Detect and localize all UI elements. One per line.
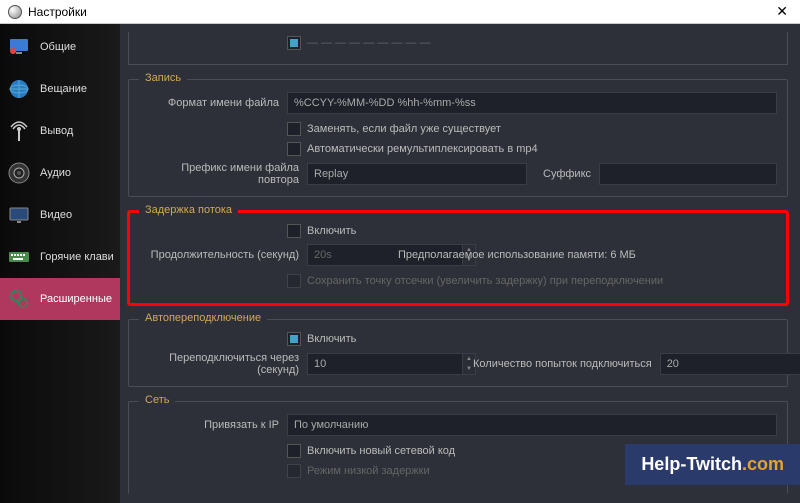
- speaker-icon: [6, 160, 32, 186]
- sidebar-label: Вещание: [40, 83, 87, 95]
- reconnect-enable-checkbox[interactable]: [287, 332, 301, 346]
- gears-icon: [6, 286, 32, 312]
- bind-ip-label: Привязать к IP: [139, 419, 279, 431]
- sidebar-item-video[interactable]: Видео: [0, 194, 120, 236]
- sidebar-label: Аудио: [40, 167, 71, 179]
- content-area: — — — — — — — — — Запись Формат имени фа…: [120, 24, 800, 503]
- globe-icon: [6, 76, 32, 102]
- display-icon: [6, 202, 32, 228]
- monitor-icon: [6, 34, 32, 60]
- filename-format-label: Формат имени файла: [139, 97, 279, 109]
- delay-enable-label: Включить: [307, 225, 356, 237]
- suffix-label: Суффикс: [543, 168, 591, 180]
- reconnect-enable-label: Включить: [307, 333, 356, 345]
- sidebar-item-hotkeys[interactable]: Горячие клави: [0, 236, 120, 278]
- reconnect-section: Автопереподключение Включить Переподключ…: [128, 319, 788, 387]
- sidebar-label: Общие: [40, 41, 76, 53]
- recording-section: Запись Формат имени файла Заменять, если…: [128, 79, 788, 197]
- sidebar-label: Расширенные: [40, 293, 112, 305]
- max-retries-label: Количество попыток подключиться: [473, 358, 652, 370]
- close-icon[interactable]: ✕: [772, 3, 792, 20]
- sidebar-item-stream[interactable]: Вещание: [0, 68, 120, 110]
- keyboard-icon: [6, 244, 32, 270]
- max-retries-input[interactable]: [660, 353, 800, 375]
- retry-delay-label: Переподключиться через (секунд): [139, 352, 299, 376]
- sidebar: Общие Вещание Вывод Аудио Видео Горячие …: [0, 24, 120, 503]
- window-title: Настройки: [28, 5, 87, 19]
- bind-ip-select[interactable]: [287, 414, 777, 436]
- preserve-label: Сохранить точку отсечки (увеличить задер…: [307, 275, 663, 287]
- section-title: Сеть: [139, 394, 175, 406]
- preserve-checkbox[interactable]: [287, 274, 301, 288]
- app-icon: [8, 5, 22, 19]
- retry-delay-spinner[interactable]: ▲ ▼: [307, 353, 457, 375]
- delay-enable-checkbox[interactable]: [287, 224, 301, 238]
- max-retries-spinner[interactable]: ▲ ▼: [660, 353, 770, 375]
- section-title: Запись: [139, 72, 187, 84]
- partial-section: — — — — — — — — —: [128, 32, 788, 65]
- checkbox-unknown-top[interactable]: [287, 36, 301, 50]
- antenna-icon: [6, 118, 32, 144]
- sidebar-item-advanced[interactable]: Расширенные: [0, 278, 120, 320]
- sidebar-item-general[interactable]: Общие: [0, 26, 120, 68]
- memory-info: Предполагаемое использование памяти: 6 М…: [398, 249, 636, 261]
- retry-delay-input[interactable]: [307, 353, 462, 375]
- sidebar-label: Видео: [40, 209, 72, 221]
- low-latency-checkbox[interactable]: [287, 464, 301, 478]
- sidebar-item-output[interactable]: Вывод: [0, 110, 120, 152]
- replay-prefix-input[interactable]: [307, 163, 527, 185]
- section-title: Автопереподключение: [139, 312, 267, 324]
- overwrite-label: Заменять, если файл уже существует: [307, 123, 501, 135]
- low-latency-label: Режим низкой задержки: [307, 465, 430, 477]
- remux-checkbox[interactable]: [287, 142, 301, 156]
- overwrite-checkbox[interactable]: [287, 122, 301, 136]
- sidebar-label: Горячие клави: [40, 251, 114, 263]
- titlebar: Настройки ✕: [0, 0, 800, 24]
- duration-spinner[interactable]: ▲ ▼: [307, 244, 382, 266]
- sidebar-item-audio[interactable]: Аудио: [0, 152, 120, 194]
- stream-delay-section: Задержка потока Включить Продолжительнос…: [128, 211, 788, 305]
- checkbox-label: — — — — — — — — —: [307, 37, 430, 49]
- new-code-checkbox[interactable]: [287, 444, 301, 458]
- remux-label: Автоматически ремультиплексировать в mp4: [307, 143, 538, 155]
- section-title: Задержка потока: [139, 204, 238, 216]
- filename-format-input[interactable]: [287, 92, 777, 114]
- sidebar-label: Вывод: [40, 125, 73, 137]
- replay-prefix-label: Префикс имени файла повтора: [139, 162, 299, 186]
- suffix-input[interactable]: [599, 163, 777, 185]
- new-code-label: Включить новый сетевой код: [307, 445, 455, 457]
- watermark: Help-Twitch.com: [625, 444, 800, 485]
- duration-label: Продолжительность (секунд): [139, 249, 299, 261]
